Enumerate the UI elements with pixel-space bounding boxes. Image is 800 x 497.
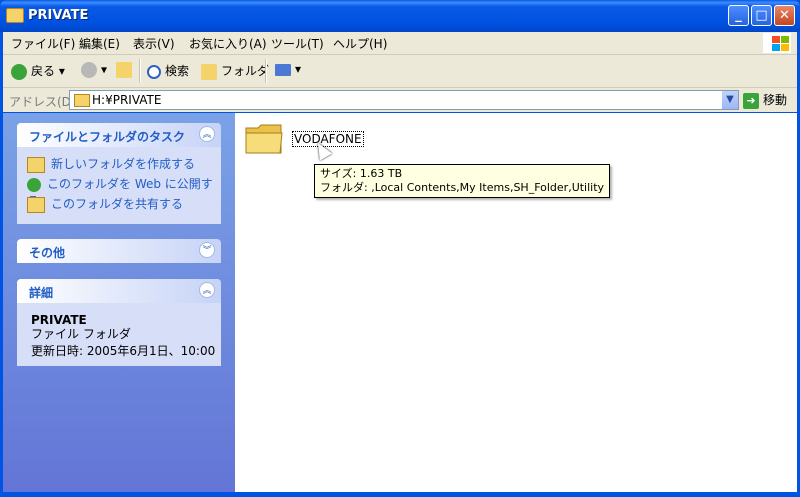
search-icon — [147, 64, 161, 79]
menu-favorites[interactable]: お気に入り(A) — [189, 35, 267, 52]
panel-header[interactable]: 詳細 ︽ — [17, 279, 221, 303]
folders-button[interactable]: フォルダ — [201, 62, 269, 80]
menu-file[interactable]: ファイル(F) — [11, 35, 75, 52]
panel-header[interactable]: ファイルとフォルダのタスク ︽ — [17, 123, 221, 147]
maximize-button[interactable]: □ — [751, 5, 772, 26]
globe-icon — [27, 177, 41, 192]
detail-modified: 更新日時: 2005年6月1日、10:00 — [31, 344, 216, 358]
panel-title: 詳細 — [29, 286, 54, 300]
windows-logo-icon — [763, 33, 791, 53]
panel-title: ファイルとフォルダのタスク — [29, 130, 186, 144]
new-folder-icon — [27, 156, 45, 173]
task-share-folder[interactable]: このフォルダを共有する — [27, 195, 183, 213]
go-arrow-icon: ➜ — [743, 92, 759, 109]
up-folder-icon — [116, 62, 132, 78]
file-list[interactable]: VODAFONE サイズ: 1.63 TB フォルダ: ,Local Conte… — [235, 113, 797, 492]
forward-arrow-icon — [81, 62, 97, 78]
minimize-button[interactable]: _ — [728, 5, 749, 26]
views-button[interactable]: ▾ — [275, 62, 301, 76]
back-button[interactable]: 戻る ▾ — [11, 62, 65, 80]
menu-help[interactable]: ヘルプ(H) — [333, 35, 387, 52]
tooltip-folders: フォルダ: ,Local Contents,My Items,SH_Folder… — [320, 181, 605, 194]
close-button[interactable]: ✕ — [774, 5, 795, 26]
chevron-down-icon[interactable]: ︾ — [199, 242, 215, 258]
menu-view[interactable]: 表示(V) — [133, 35, 175, 52]
go-button[interactable]: ➜ 移動 — [743, 91, 787, 109]
share-folder-icon — [27, 196, 45, 213]
details-panel: 詳細 ︽ PRIVATE ファイル フォルダ 更新日時: 2005年6月1日、1… — [17, 279, 221, 366]
file-folder-tasks-panel: ファイルとフォルダのタスク ︽ 新しいフォルダを作成する このフォルダを Web… — [17, 123, 221, 224]
toolbar: 戻る ▾ ▾ 検索 フォルダ ▾ — [3, 55, 797, 88]
address-dropdown-button[interactable]: ▼ — [722, 91, 738, 109]
menu-bar: ファイル(F) 編集(E) 表示(V) お気に入り(A) ツール(T) ヘルプ(… — [3, 32, 797, 55]
chevron-up-icon[interactable]: ︽ — [199, 126, 215, 142]
explorer-window: PRIVATE _ □ ✕ ファイル(F) 編集(E) 表示(V) お気に入り(… — [0, 0, 800, 497]
folder-tooltip: サイズ: 1.63 TB フォルダ: ,Local Contents,My It… — [314, 164, 611, 198]
folder-icon[interactable] — [245, 123, 283, 155]
back-arrow-icon — [11, 63, 27, 80]
other-places-panel: その他 ︾ — [17, 239, 221, 264]
toolbar-separator — [265, 59, 267, 83]
address-input[interactable]: H:¥PRIVATE ▼ — [69, 90, 739, 110]
panel-header[interactable]: その他 ︾ — [17, 239, 221, 263]
folders-icon — [201, 63, 217, 80]
toolbar-separator — [139, 59, 141, 83]
title-bar[interactable]: PRIVATE _ □ ✕ — [0, 0, 800, 32]
menu-edit[interactable]: 編集(E) — [79, 35, 120, 52]
folder-name-label[interactable]: VODAFONE — [292, 131, 364, 147]
search-button[interactable]: 検索 — [147, 62, 189, 79]
address-bar: アドレス(D) H:¥PRIVATE ▼ ➜ 移動 — [3, 88, 797, 112]
task-new-folder[interactable]: 新しいフォルダを作成する — [27, 155, 195, 173]
tooltip-size: サイズ: 1.63 TB — [320, 167, 403, 180]
menu-tools[interactable]: ツール(T) — [271, 35, 324, 52]
forward-button[interactable]: ▾ — [81, 62, 107, 78]
folder-icon — [6, 8, 24, 23]
detail-type: ファイル フォルダ — [31, 327, 131, 341]
address-value: H:¥PRIVATE — [92, 93, 162, 107]
task-pane: ファイルとフォルダのタスク ︽ 新しいフォルダを作成する このフォルダを Web… — [3, 113, 235, 492]
chevron-up-icon[interactable]: ︽ — [199, 282, 215, 298]
address-label: アドレス(D) — [9, 95, 76, 109]
views-grid-icon — [275, 63, 291, 76]
folder-icon — [74, 94, 90, 107]
up-folder-button[interactable] — [116, 62, 136, 78]
window-title: PRIVATE — [28, 8, 89, 23]
panel-title: その他 — [29, 246, 66, 260]
